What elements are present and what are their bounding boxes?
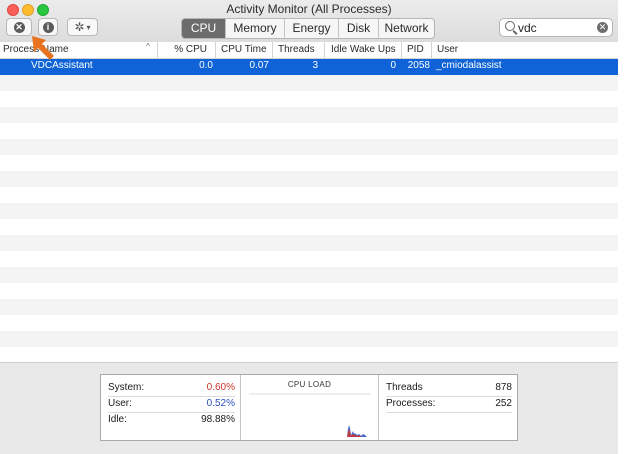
search-field[interactable]: vdc ✕ — [499, 18, 613, 37]
sort-ascending-icon: ^ — [146, 42, 150, 51]
tab-disk[interactable]: Disk — [338, 19, 378, 38]
column-pid[interactable]: PID — [401, 42, 431, 58]
column-process-name[interactable]: Process Name — [3, 42, 153, 58]
cpu-stats-box: System: 0.60% User: 0.52% Idle: 98.88% C… — [100, 374, 518, 441]
tab-cpu[interactable]: CPU — [182, 19, 225, 38]
empty-row — [0, 155, 618, 171]
cpu-load-column: CPU LOAD — [240, 375, 379, 440]
pointer-arrow-icon — [32, 36, 54, 60]
window-title: Activity Monitor (All Processes) — [226, 2, 392, 16]
toolbar: Activity Monitor (All Processes) ✕ i ✲ ▾… — [0, 0, 618, 43]
empty-row — [0, 283, 618, 299]
clear-search-icon[interactable]: ✕ — [597, 22, 608, 33]
idle-wake-ups-cell: 0 — [390, 60, 396, 71]
empty-row — [0, 235, 618, 251]
system-label: System: — [108, 382, 145, 393]
cpu-usage-column: System: 0.60% User: 0.52% Idle: 98.88% — [101, 375, 240, 440]
info-icon: i — [42, 21, 54, 33]
empty-row — [0, 331, 618, 347]
cpu-percent-cell: 0.0 — [199, 60, 213, 71]
user-stat: User: 0.52% — [108, 397, 235, 413]
empty-row — [0, 123, 618, 139]
tab-energy[interactable]: Energy — [284, 19, 338, 38]
window-edge — [618, 0, 634, 453]
cpu-load-system-area — [347, 429, 361, 437]
user-cell: _cmiodalassist — [436, 60, 502, 71]
search-icon — [505, 21, 515, 31]
threads-cell: 3 — [312, 60, 318, 71]
action-menu-button[interactable]: ✲ ▾ — [67, 18, 98, 36]
category-tabs: CPU Memory Energy Disk Network — [181, 18, 435, 39]
chevron-down-icon: ▾ — [86, 22, 91, 32]
cpu-time-cell: 0.07 — [249, 60, 269, 71]
empty-row — [0, 203, 618, 219]
column-cpu-time[interactable]: CPU Time — [215, 42, 271, 58]
gear-icon: ✲ — [74, 20, 85, 34]
empty-row — [0, 299, 618, 315]
tab-memory[interactable]: Memory — [225, 19, 284, 38]
system-value: 0.60% — [206, 382, 235, 393]
empty-row — [0, 267, 618, 283]
threads-label: Threads — [386, 382, 423, 393]
column-user[interactable]: User — [431, 42, 618, 58]
stop-process-button[interactable]: ✕ — [6, 18, 32, 36]
processes-stat: Processes: 252 — [386, 397, 512, 413]
x-circle-icon: ✕ — [13, 21, 25, 33]
table-header: Process Name ^ % CPU CPU Time Threads Id… — [0, 42, 618, 59]
idle-value: 98.88% — [201, 414, 235, 425]
threads-stat: Threads 878 — [386, 381, 512, 397]
tab-network[interactable]: Network — [378, 19, 434, 38]
process-count-column: Threads 878 Processes: 252 — [379, 375, 517, 440]
empty-row — [0, 187, 618, 203]
empty-row — [0, 75, 618, 91]
pid-cell: 2058 — [407, 60, 430, 71]
cpu-load-graph — [249, 393, 371, 437]
table-row[interactable]: VDCAssistant 0.0 0.07 3 0 2058 _cmiodala… — [0, 59, 618, 75]
cpu-summary-panel: System: 0.60% User: 0.52% Idle: 98.88% C… — [0, 362, 618, 454]
column-idle-wake-ups[interactable]: Idle Wake Ups — [324, 42, 401, 58]
user-label: User: — [108, 398, 132, 409]
empty-row — [0, 171, 618, 187]
empty-row — [0, 219, 618, 235]
empty-row — [0, 315, 618, 331]
idle-label: Idle: — [108, 414, 127, 425]
empty-row — [0, 107, 618, 123]
column-threads[interactable]: Threads — [272, 42, 323, 58]
search-input[interactable]: vdc — [518, 21, 537, 35]
empty-row — [0, 91, 618, 107]
idle-stat: Idle: 98.88% — [108, 413, 235, 428]
system-stat: System: 0.60% — [108, 381, 235, 397]
column-cpu-percent[interactable]: % CPU — [157, 42, 212, 58]
empty-row — [0, 139, 618, 155]
empty-row — [0, 251, 618, 267]
cpu-load-title: CPU LOAD — [287, 380, 332, 389]
user-value: 0.52% — [206, 398, 235, 409]
processes-value: 252 — [495, 398, 512, 409]
threads-value: 878 — [495, 382, 512, 393]
processes-label: Processes: — [386, 398, 436, 409]
activity-monitor-window: Activity Monitor (All Processes) ✕ i ✲ ▾… — [0, 0, 618, 454]
process-list: VDCAssistant 0.0 0.07 3 0 2058 _cmiodala… — [0, 59, 618, 361]
empty-row — [0, 347, 618, 361]
